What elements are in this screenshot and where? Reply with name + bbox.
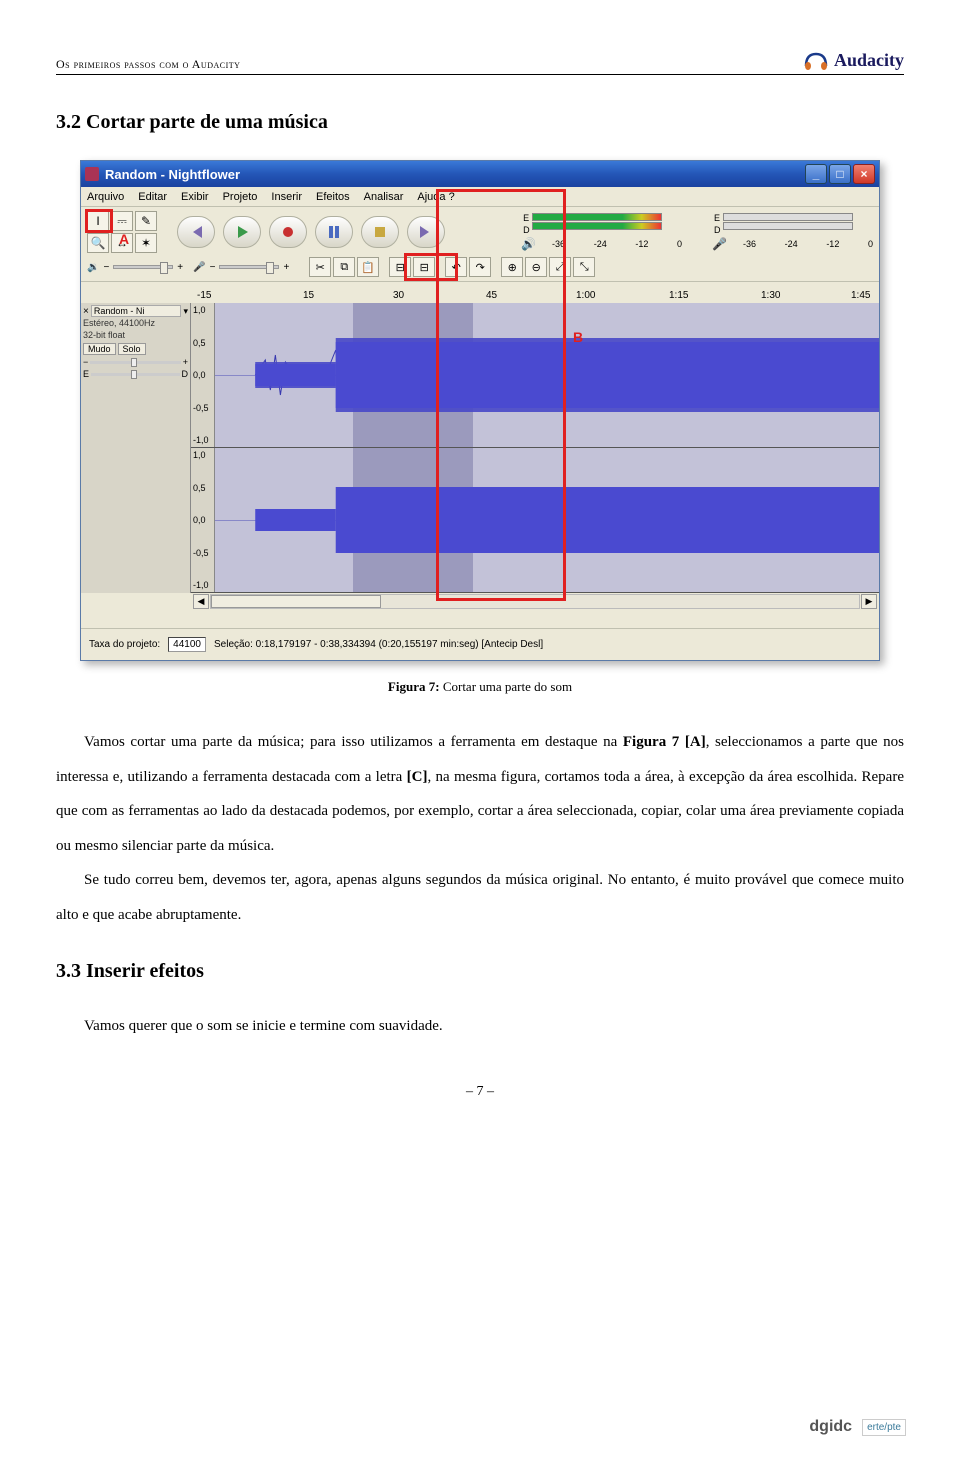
gain-slider[interactable] <box>90 361 180 364</box>
stop-button[interactable] <box>361 216 399 248</box>
paste-button[interactable]: 📋 <box>357 257 379 277</box>
paragraph-1: Vamos cortar uma parte da música; para i… <box>56 725 904 863</box>
zoom-out-button[interactable]: ⊖ <box>525 257 547 277</box>
annotation-label-a: A <box>119 231 129 247</box>
running-header: Os primeiros passos com o Audacity <box>56 57 240 72</box>
window-title: Random - Nightflower <box>105 167 803 182</box>
envelope-tool[interactable]: ⎓ <box>111 211 133 231</box>
status-bar: Taxa do projeto: 44100 Seleção: 0:18,179… <box>81 628 879 660</box>
track-dropdown-icon[interactable]: ▾ <box>183 306 188 317</box>
figure-7-caption: Figura 7: Cortar uma parte do som <box>56 679 904 695</box>
audacity-screenshot: Random - Nightflower _ □ × Arquivo Edita… <box>80 160 880 661</box>
timeline-ruler[interactable]: -15 15 30 45 1:00 1:15 1:30 1:45 <box>81 281 879 303</box>
mute-button[interactable]: Mudo <box>83 343 116 355</box>
meter-d-label: D <box>523 225 530 235</box>
app-icon <box>85 167 99 181</box>
menu-efeitos[interactable]: Efeitos <box>316 191 350 203</box>
minimize-button[interactable]: _ <box>805 164 827 184</box>
scroll-thumb[interactable] <box>211 595 381 608</box>
zoom-sel-button[interactable]: ⤡ <box>573 257 595 277</box>
track-name: Random - Ni <box>91 305 182 317</box>
footer-logos: dgidc erte/pte <box>809 1418 906 1436</box>
cut-button[interactable]: ✂ <box>309 257 331 277</box>
meter-d-label-2: D <box>714 225 721 235</box>
output-volume[interactable]: 🔉 − + <box>87 262 183 273</box>
mic-small-icon: 🎤 <box>193 262 205 273</box>
annotation-box-a <box>85 209 113 233</box>
input-meter: E D 🎤 -36 -24 <box>712 213 873 251</box>
menu-exibir[interactable]: Exibir <box>181 191 209 203</box>
track-bitdepth: 32-bit float <box>83 330 188 342</box>
output-meter: E D 🔊 -36 -24 <box>521 213 682 251</box>
pause-button[interactable] <box>315 216 353 248</box>
solo-button[interactable]: Solo <box>118 343 146 355</box>
project-rate-label: Taxa do projeto: <box>89 639 160 650</box>
annotation-box-c <box>404 253 458 281</box>
track-close-button[interactable]: × <box>83 306 89 317</box>
zoom-in-button[interactable]: ⊕ <box>501 257 523 277</box>
waveform-area[interactable]: B 1,0 0,5 0,0 -0,5 -1,0 <box>191 303 879 593</box>
menu-ajuda[interactable]: Ajuda ? <box>417 191 454 203</box>
page-number: – 7 – <box>56 1084 904 1100</box>
skip-end-button[interactable] <box>407 216 445 248</box>
header-rule <box>56 74 904 75</box>
annotation-label-b: B <box>573 329 583 345</box>
paragraph-2: Se tudo correu bem, devemos ter, agora, … <box>56 863 904 932</box>
scroll-left-button[interactable]: ◀ <box>193 594 209 609</box>
record-button[interactable] <box>269 216 307 248</box>
redo-button[interactable]: ↷ <box>469 257 491 277</box>
menu-inserir[interactable]: Inserir <box>271 191 302 203</box>
close-button[interactable]: × <box>853 164 875 184</box>
meter-e-label-2: E <box>714 213 721 223</box>
speaker-small-icon: 🔉 <box>87 262 99 273</box>
zoom-fit-button[interactable]: ⤢ <box>549 257 571 277</box>
play-button[interactable] <box>223 216 261 248</box>
menu-editar[interactable]: Editar <box>138 191 167 203</box>
mic-icon: 🎤 <box>712 237 727 251</box>
section-3-2-heading: 3.2 Cortar parte de uma música <box>56 111 904 134</box>
paragraph-3: Vamos querer que o som se inicie e termi… <box>56 1009 904 1044</box>
menu-projeto[interactable]: Projeto <box>223 191 258 203</box>
waveform-left <box>215 320 879 430</box>
speaker-icon: 🔊 <box>521 237 536 251</box>
copy-button[interactable]: ⧉ <box>333 257 355 277</box>
maximize-button[interactable]: □ <box>829 164 851 184</box>
dgidc-logo: dgidc <box>809 1418 852 1436</box>
transport-controls <box>177 211 445 253</box>
logo-text: Audacity <box>834 50 904 71</box>
draw-tool[interactable]: ✎ <box>135 211 157 231</box>
section-3-3-heading: 3.3 Inserir efeitos <box>56 960 904 983</box>
multi-tool[interactable]: ✶ <box>135 233 157 253</box>
menu-analisar[interactable]: Analisar <box>364 191 404 203</box>
track-format: Estéreo, 44100Hz <box>83 318 188 330</box>
selection-status: Seleção: 0:18,179197 - 0:38,334394 (0:20… <box>214 639 543 650</box>
menubar: Arquivo Editar Exibir Projeto Inserir Ef… <box>81 187 879 207</box>
scroll-right-button[interactable]: ▶ <box>861 594 877 609</box>
horizontal-scrollbar[interactable]: ◀ ▶ <box>81 593 879 610</box>
track-panel: × Random - Ni ▾ Estéreo, 44100Hz 32-bit … <box>81 303 191 593</box>
project-rate-value[interactable]: 44100 <box>168 637 206 652</box>
titlebar: Random - Nightflower _ □ × <box>81 161 879 187</box>
pan-slider[interactable] <box>91 373 179 376</box>
edit-toolbar: ✂ ⧉ 📋 ⊟ ⊟ ↶ ↷ ⊕ ⊖ ⤢ ⤡ C <box>309 257 595 277</box>
waveform-right <box>215 465 879 575</box>
input-volume[interactable]: 🎤 − + <box>193 262 289 273</box>
meter-e-label: E <box>523 213 530 223</box>
audacity-logo: Audacity <box>802 48 904 72</box>
erte-logo: erte/pte <box>862 1419 906 1436</box>
skip-start-button[interactable] <box>177 216 215 248</box>
menu-arquivo[interactable]: Arquivo <box>87 191 124 203</box>
headphones-icon <box>802 48 830 72</box>
zoom-tool[interactable]: 🔍 <box>87 233 109 253</box>
